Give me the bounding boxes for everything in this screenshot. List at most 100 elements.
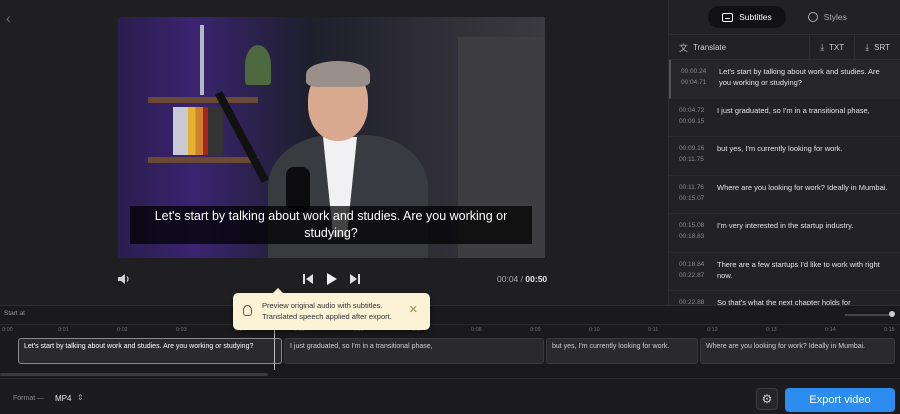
format-label: Format — xyxy=(13,395,45,402)
subtitle-end: 00:15.07 xyxy=(679,194,705,202)
video-scene-shelf xyxy=(148,157,258,163)
lightbulb-icon xyxy=(243,305,252,316)
subtitle-text[interactable]: but yes, I'm currently looking for work. xyxy=(717,143,900,175)
subtitle-clip[interactable]: but yes, I'm currently looking for work. xyxy=(546,338,698,364)
timeline: Start at 0:00 0:01 0:02 0:03 0:04 0:05 0… xyxy=(0,305,900,378)
close-icon[interactable]: ✕ xyxy=(409,305,418,316)
subtitle-times: 00:00.24 00:04.71 xyxy=(671,66,719,98)
subtitle-start: 00:09.16 xyxy=(679,145,705,152)
subtitle-row[interactable]: 00:15.08 00:18.83 I'm very interested in… xyxy=(669,214,900,253)
format-select[interactable]: MP4 xyxy=(55,394,71,403)
tab-subtitles[interactable]: Subtitles xyxy=(708,6,786,28)
time-ruler[interactable]: 0:00 0:01 0:02 0:03 0:04 0:05 0:06 0:07 … xyxy=(0,324,900,336)
download-icon: ⤓ xyxy=(820,41,825,52)
subtitle-times: 00:09.16 00:11.75 xyxy=(669,143,717,175)
txt-label: TXT xyxy=(829,42,845,52)
video-scene-person-hair xyxy=(306,61,370,87)
subtitle-row[interactable]: 00:09.16 00:11.75 but yes, I'm currently… xyxy=(669,137,900,176)
subtitle-end: 00:11.75 xyxy=(679,156,704,163)
subtitle-overlay: Let's start by talking about work and st… xyxy=(130,206,532,244)
play-icon[interactable] xyxy=(324,272,338,286)
subtitle-start: 00:15.08 xyxy=(679,222,705,229)
download-txt-button[interactable]: ⤓ TXT xyxy=(810,35,856,59)
ruler-tick: 0:15 xyxy=(884,327,895,333)
subtitle-times: 00:22.88 xyxy=(669,297,717,305)
subtitle-text[interactable]: There are a few startups I'd like to wor… xyxy=(717,259,900,291)
video-scene-tower xyxy=(200,25,204,95)
subtitle-end: 00:18.83 xyxy=(679,233,705,240)
video-scene-plant xyxy=(245,45,271,85)
start-at-label: Start at xyxy=(4,310,25,317)
subtitle-times: 00:18.84 00:22.87 xyxy=(669,259,717,291)
export-video-button[interactable]: Export video xyxy=(785,388,895,412)
subtitle-start: 00:22.88 xyxy=(679,299,705,305)
ruler-tick: 0:09 xyxy=(530,327,541,333)
subtitle-times: 00:15.08 00:18.83 xyxy=(669,220,717,252)
subtitle-clip[interactable]: Where are you looking for work? Ideally … xyxy=(700,338,895,364)
time-display: 00:04 / 00:50 xyxy=(497,274,547,284)
subtitle-row[interactable]: 00:00.24 00:04.71 Let's start by talking… xyxy=(669,60,900,99)
panel-toolbar: 文 Translate ⤓ TXT ⤓ SRT xyxy=(669,35,900,60)
subtitle-text[interactable]: I just graduated, so I'm in a transition… xyxy=(717,105,900,137)
timeline-scrollbar[interactable] xyxy=(0,373,268,376)
ruler-tick: 0:13 xyxy=(766,327,777,333)
skip-back-icon[interactable] xyxy=(301,272,315,286)
updown-chevron-icon[interactable]: ⇕ xyxy=(77,393,84,402)
ruler-tick: 0:10 xyxy=(589,327,600,333)
subtitle-row[interactable]: 00:04.72 00:09.15 I just graduated, so I… xyxy=(669,99,900,137)
srt-label: SRT xyxy=(874,42,890,52)
subtitle-clip[interactable]: I just graduated, so I'm in a transition… xyxy=(284,338,544,364)
subtitle-row[interactable]: 00:22.88 So that's what the next chapter… xyxy=(669,291,900,305)
palette-icon xyxy=(807,12,818,22)
settings-button[interactable]: ⚙ xyxy=(756,388,778,410)
ruler-tick: 0:12 xyxy=(707,327,718,333)
zoom-slider-handle[interactable] xyxy=(889,311,895,317)
subtitle-times: 00:11.76 00:15.07 xyxy=(669,182,717,214)
video-scene-mic-arm xyxy=(214,90,270,184)
tooltip-line: Translated speech applied after export. xyxy=(262,312,392,321)
skip-forward-icon[interactable] xyxy=(348,272,362,286)
video-player: ‹ Let's start by talking about work and … xyxy=(0,0,668,305)
subtitle-list: 00:00.24 00:04.71 Let's start by talking… xyxy=(669,60,900,305)
subtitle-end: 00:04.71 xyxy=(681,79,707,86)
ruler-tick: 0:03 xyxy=(176,327,187,333)
zoom-slider-track[interactable] xyxy=(845,314,893,316)
ruler-tick: 0:14 xyxy=(825,327,836,333)
translate-button[interactable]: 文 Translate xyxy=(669,35,811,59)
volume-icon[interactable] xyxy=(117,272,131,286)
subtitle-text[interactable]: So that's what the next chapter holds fo… xyxy=(717,297,900,305)
playhead[interactable] xyxy=(274,324,275,370)
back-chevron-icon[interactable]: ‹ xyxy=(6,10,11,26)
subtitle-row[interactable]: 00:18.84 00:22.87 There are a few startu… xyxy=(669,253,900,291)
subtitles-icon xyxy=(722,12,734,22)
subtitle-text[interactable]: Where are you looking for work? Ideally … xyxy=(717,182,900,214)
subtitle-row[interactable]: 00:11.76 00:15.07 Where are you looking … xyxy=(669,176,900,214)
playback-controls: 00:04 / 00:50 xyxy=(0,270,668,290)
video-scene-books xyxy=(173,107,223,155)
subtitle-start: 00:18.84 xyxy=(679,260,705,268)
tab-label: Subtitles xyxy=(739,12,772,22)
total-time: 00:50 xyxy=(525,274,548,284)
ruler-tick: 0:01 xyxy=(58,327,69,333)
bottom-bar: Format — MP4 ⇕ ⚙ Export video xyxy=(0,378,900,414)
panel-tabs: Subtitles Styles xyxy=(669,0,900,35)
ruler-tick: 0:11 xyxy=(648,327,659,333)
subtitle-text[interactable]: Let's start by talking about work and st… xyxy=(719,66,900,98)
subtitle-clip[interactable]: Let's start by talking about work and st… xyxy=(18,338,282,364)
tab-styles[interactable]: Styles xyxy=(794,6,861,28)
download-srt-button[interactable]: ⤓ SRT xyxy=(855,35,900,59)
current-time: 00:04 xyxy=(497,274,519,284)
download-icon: ⤓ xyxy=(865,41,870,52)
subtitle-start: 00:11.76 xyxy=(679,183,704,191)
gear-icon: ⚙ xyxy=(761,392,773,406)
translate-label: Translate xyxy=(693,42,727,52)
subtitle-end: 00:22.87 xyxy=(679,271,705,279)
time-separator: / xyxy=(520,274,524,284)
tab-label: Styles xyxy=(823,12,847,22)
audio-preview-tooltip: Preview original audio with subtitles. T… xyxy=(233,288,430,330)
subtitle-text[interactable]: I'm very interested in the startup indus… xyxy=(717,220,900,252)
tooltip-line: Preview original audio with subtitles. xyxy=(262,301,383,310)
translate-icon: 文 xyxy=(679,42,689,53)
subtitle-times: 00:04.72 00:09.15 xyxy=(669,105,717,137)
subtitle-clips-track: Let's start by talking about work and st… xyxy=(0,338,900,364)
